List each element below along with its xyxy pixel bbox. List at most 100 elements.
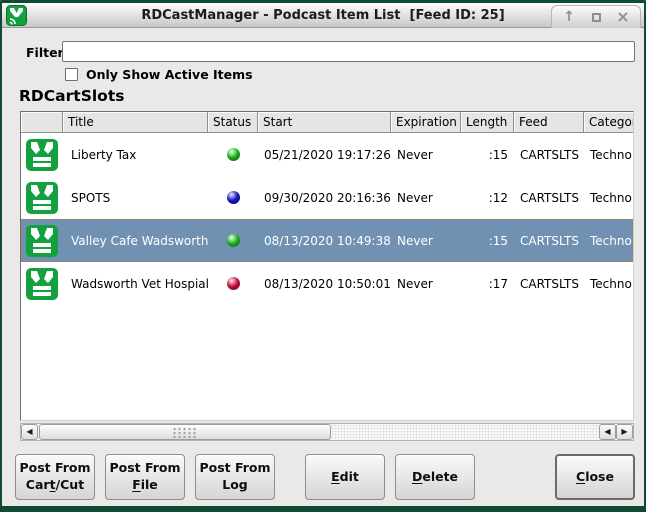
button-label-line2: File bbox=[132, 477, 158, 494]
cell-expiration: Never bbox=[391, 277, 461, 291]
label-mnemonic: E bbox=[331, 469, 340, 484]
podcast-cart-icon bbox=[25, 181, 59, 215]
row-icon-cell bbox=[21, 138, 63, 172]
cell-start: 08/13/2020 10:50:01 bbox=[258, 277, 391, 291]
button-label-line2: Delete bbox=[412, 469, 458, 486]
column-header-feed[interactable]: Feed bbox=[514, 112, 584, 133]
filter-input[interactable] bbox=[62, 41, 635, 62]
podcast-cart-icon bbox=[25, 224, 59, 258]
button-label-line2: Log bbox=[222, 477, 248, 494]
label-mnemonic: F bbox=[132, 477, 141, 492]
edit-button[interactable]: Edit bbox=[305, 454, 385, 500]
column-header-title[interactable]: Title bbox=[63, 112, 208, 133]
row-icon-cell bbox=[21, 224, 63, 258]
maximize-button[interactable] bbox=[588, 9, 604, 25]
row-icon-cell bbox=[21, 181, 63, 215]
maximize-icon bbox=[592, 13, 601, 22]
delete-button[interactable]: Delete bbox=[395, 454, 475, 500]
column-header-category[interactable]: Category bbox=[584, 112, 633, 133]
section-heading: RDCartSlots bbox=[19, 87, 124, 105]
post-from-cartcut-button[interactable]: Post From Cart/Cut bbox=[15, 454, 95, 500]
cell-length: :12 bbox=[461, 191, 514, 205]
close-icon: × bbox=[616, 9, 629, 25]
table-row-selected[interactable]: Valley Cafe Wadsworth 08/13/2020 10:49:3… bbox=[21, 219, 633, 262]
column-header-length[interactable]: Length bbox=[461, 112, 514, 133]
cell-category: Technology bbox=[584, 234, 633, 248]
scrollbar-track[interactable] bbox=[331, 424, 599, 440]
label-part: Log bbox=[222, 477, 248, 492]
close-dialog-button[interactable]: Close bbox=[555, 454, 635, 500]
cell-title: Liberty Tax bbox=[63, 148, 208, 162]
shade-button[interactable]: ↑ bbox=[561, 9, 577, 25]
post-from-file-button[interactable]: Post From File bbox=[105, 454, 185, 500]
cell-start: 09/30/2020 20:16:36 bbox=[258, 191, 391, 205]
app-logo-icon bbox=[6, 5, 27, 26]
label-part: dit bbox=[340, 469, 359, 484]
label-mnemonic: D bbox=[412, 469, 422, 484]
window-title: RDCastManager - Podcast Item List [Feed … bbox=[141, 8, 504, 23]
scrollbar-thumb[interactable] bbox=[39, 424, 331, 440]
only-active-label: Only Show Active Items bbox=[86, 67, 253, 82]
cell-feed: CARTSLTS bbox=[514, 191, 584, 205]
cell-status bbox=[208, 277, 258, 290]
cell-status bbox=[208, 234, 258, 247]
cell-feed: CARTSLTS bbox=[514, 148, 584, 162]
cell-title: Wadsworth Vet Hospial bbox=[63, 277, 208, 291]
window-controls: ↑ × bbox=[551, 5, 641, 28]
horizontal-scrollbar[interactable]: ◀ ◀ ▶ bbox=[20, 423, 634, 441]
cell-title: Valley Cafe Wadsworth bbox=[63, 234, 208, 248]
label-part: lose bbox=[585, 469, 614, 484]
cell-category: Technology bbox=[584, 148, 633, 162]
cell-feed: CARTSLTS bbox=[514, 234, 584, 248]
titlebar[interactable]: RDCastManager - Podcast Item List [Feed … bbox=[2, 3, 644, 28]
label-part: ile bbox=[141, 477, 158, 492]
scroll-right-button[interactable]: ▶ bbox=[616, 424, 633, 440]
table-row[interactable]: SPOTS 09/30/2020 20:16:36 Never :12 CART… bbox=[21, 176, 633, 219]
cell-category: Technology bbox=[584, 191, 633, 205]
button-label-line1: Post From bbox=[199, 460, 270, 477]
button-label-line1: Post From bbox=[19, 460, 90, 477]
column-header-expiration[interactable]: Expiration bbox=[391, 112, 461, 133]
status-dot bbox=[227, 234, 240, 247]
column-header-start[interactable]: Start bbox=[258, 112, 391, 133]
label-part: /Cut bbox=[56, 477, 85, 492]
scroll-left-button[interactable]: ◀ bbox=[21, 424, 38, 440]
status-dot bbox=[227, 148, 240, 161]
scrollbar-grip bbox=[172, 427, 198, 438]
cell-category: Technology bbox=[584, 277, 633, 291]
label-part: Car bbox=[26, 477, 50, 492]
only-active-checkbox[interactable] bbox=[65, 68, 78, 81]
label-part: elete bbox=[422, 469, 458, 484]
app-window: RDCastManager - Podcast Item List [Feed … bbox=[0, 0, 646, 512]
scroll-left-button-right-end[interactable]: ◀ bbox=[599, 424, 616, 440]
cell-expiration: Never bbox=[391, 191, 461, 205]
podcast-item-table: Title Status Start Expiration Length Fee… bbox=[20, 111, 634, 421]
cell-length: :17 bbox=[461, 277, 514, 291]
column-header-icon[interactable] bbox=[21, 112, 63, 133]
shade-icon: ↑ bbox=[563, 10, 575, 24]
cell-status bbox=[208, 148, 258, 161]
cell-title: SPOTS bbox=[63, 191, 208, 205]
label-mnemonic: C bbox=[576, 469, 585, 484]
button-label-line2: Close bbox=[576, 469, 614, 486]
close-button[interactable]: × bbox=[615, 9, 631, 25]
scroll-left-icon: ◀ bbox=[604, 428, 610, 436]
column-header-status[interactable]: Status bbox=[208, 112, 258, 133]
button-label-line2: Edit bbox=[331, 469, 359, 486]
cell-expiration: Never bbox=[391, 234, 461, 248]
table-row[interactable]: Wadsworth Vet Hospial 08/13/2020 10:50:0… bbox=[21, 262, 633, 305]
button-label-line1: Post From bbox=[109, 460, 180, 477]
cell-status bbox=[208, 191, 258, 204]
scroll-right-icon: ▶ bbox=[621, 428, 627, 436]
table-row[interactable]: Liberty Tax 05/21/2020 19:17:26 Never :1… bbox=[21, 133, 633, 176]
status-dot bbox=[227, 191, 240, 204]
podcast-cart-icon bbox=[25, 138, 59, 172]
status-dot bbox=[227, 277, 240, 290]
scroll-left-icon: ◀ bbox=[26, 428, 32, 436]
cell-start: 08/13/2020 10:49:38 bbox=[258, 234, 391, 248]
cell-length: :15 bbox=[461, 148, 514, 162]
cell-start: 05/21/2020 19:17:26 bbox=[258, 148, 391, 162]
cell-expiration: Never bbox=[391, 148, 461, 162]
post-from-log-button[interactable]: Post From Log bbox=[195, 454, 275, 500]
cell-feed: CARTSLTS bbox=[514, 277, 584, 291]
